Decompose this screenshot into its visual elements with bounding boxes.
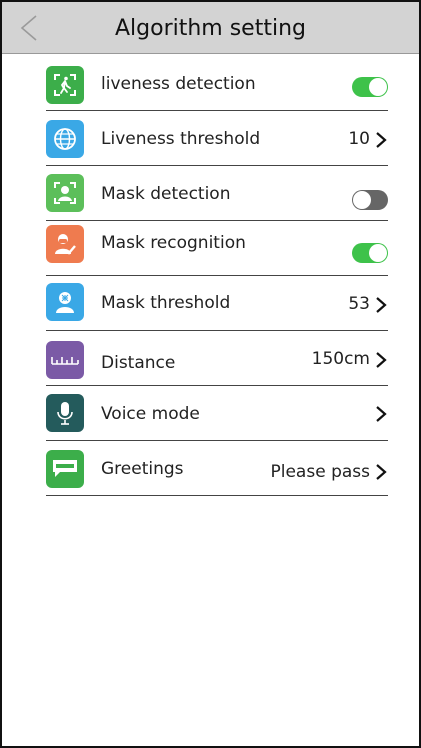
setting-row-liveness-detection[interactable]: liveness detection — [46, 56, 388, 111]
setting-row-mask-detection[interactable]: Mask detection — [46, 166, 388, 221]
setting-label: Liveness threshold — [101, 129, 261, 149]
microphone-icon — [46, 394, 84, 432]
app-screen: Algorithm setting liveness detection Liv… — [0, 0, 421, 748]
welcome-chat-icon — [46, 450, 84, 488]
setting-label: Mask detection — [101, 184, 231, 204]
setting-row-voice-mode[interactable]: Voice mode — [46, 386, 388, 441]
toggle-knob — [353, 191, 371, 209]
setting-label: Voice mode — [101, 404, 200, 424]
setting-label: Distance — [101, 353, 176, 373]
setting-row-distance[interactable]: Distance 150cm — [46, 331, 388, 386]
face-scan-icon — [46, 174, 84, 212]
header-bar: Algorithm setting — [2, 2, 419, 54]
head-profile-icon — [46, 283, 84, 321]
mask-recognition-toggle[interactable] — [352, 243, 388, 263]
setting-label: Mask threshold — [101, 293, 231, 313]
ruler-icon — [46, 341, 84, 379]
setting-row-mask-threshold[interactable]: Mask threshold 53 — [46, 276, 388, 331]
chevron-right-icon — [376, 406, 387, 422]
setting-row-liveness-threshold[interactable]: Liveness threshold 10 — [46, 111, 388, 166]
setting-label: Mask recognition — [101, 233, 246, 253]
setting-value: 150cm — [311, 349, 370, 369]
walking-person-icon — [46, 66, 84, 104]
page-title: Algorithm setting — [114, 16, 306, 41]
setting-label: liveness detection — [101, 74, 256, 94]
setting-row-mask-recognition[interactable]: Mask recognition — [46, 221, 388, 276]
settings-list: liveness detection Liveness threshold 10 — [46, 56, 388, 496]
setting-value: 53 — [348, 294, 370, 314]
setting-label: Greetings — [101, 459, 184, 479]
toggle-knob — [369, 78, 387, 96]
chevron-right-icon — [376, 132, 387, 148]
setting-value: Please pass — [270, 462, 371, 482]
mask-detection-toggle[interactable] — [352, 190, 388, 210]
chevron-right-icon — [376, 352, 387, 368]
liveness-detection-toggle[interactable] — [352, 77, 388, 97]
setting-row-greetings[interactable]: Greetings Please pass — [46, 441, 388, 496]
toggle-knob — [369, 244, 387, 262]
globe-icon — [46, 120, 84, 158]
chevron-right-icon — [376, 464, 387, 480]
masked-face-check-icon — [46, 225, 84, 263]
chevron-right-icon — [376, 297, 387, 313]
setting-value: 10 — [348, 129, 370, 149]
